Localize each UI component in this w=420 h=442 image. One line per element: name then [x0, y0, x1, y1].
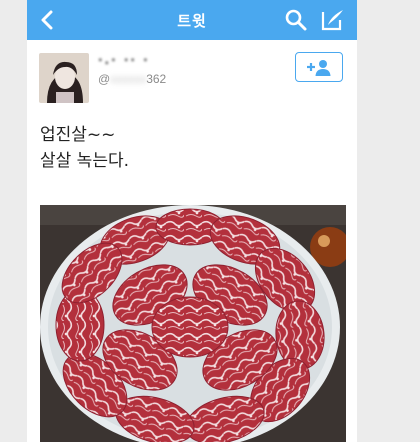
search-icon	[285, 9, 307, 31]
tweet-photo[interactable]	[40, 205, 346, 442]
compose-button[interactable]	[320, 8, 346, 32]
handle-suffix: 362	[146, 72, 167, 86]
user-handle[interactable]: @xxxxxx362	[98, 72, 166, 86]
top-navigation-bar: 트윗	[27, 0, 357, 40]
avatar[interactable]	[39, 53, 89, 103]
tweet-screen: 트윗 ·.· ·· · @xxxxxx362 업진살~~ 살살 녹는다.	[27, 0, 357, 442]
handle-blurred: xxxxxx	[110, 72, 147, 86]
handle-prefix: @	[98, 72, 111, 86]
compose-icon	[321, 10, 343, 31]
follow-button[interactable]	[295, 52, 343, 82]
tweet-author-header: ·.· ·· · @xxxxxx362	[27, 40, 357, 110]
search-button[interactable]	[284, 8, 308, 32]
tweet-line-1: 업진살~~	[40, 125, 116, 145]
tweet-line-2: 살살 녹는다.	[40, 151, 130, 171]
tweet-text: 업진살~~ 살살 녹는다.	[40, 122, 129, 174]
display-name[interactable]: ·.· ·· ·	[98, 53, 150, 67]
marbled-beef-platter-image	[40, 205, 346, 442]
add-user-icon	[307, 60, 331, 76]
avatar-photo	[39, 53, 89, 103]
